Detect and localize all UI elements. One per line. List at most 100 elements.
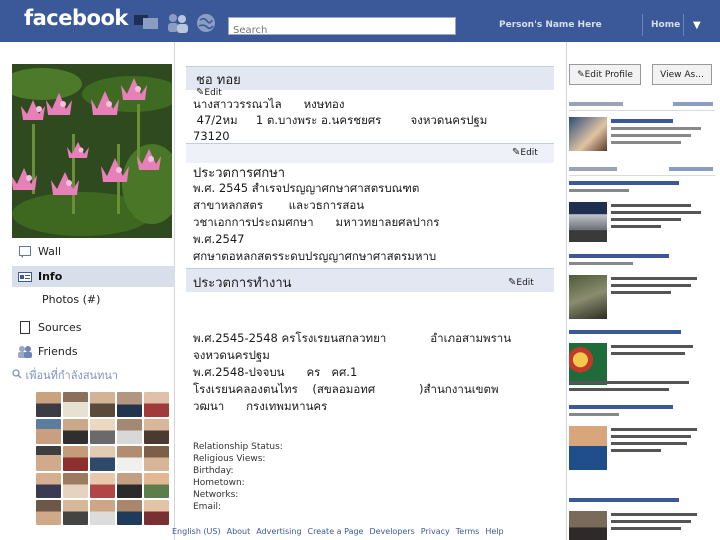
friend-requests-icon[interactable] bbox=[166, 12, 188, 33]
footer-link-about[interactable]: About bbox=[227, 527, 251, 536]
profile-address-line: 47/2หม 1 ต.บางพระ อ.นครชยศร จงหวดนครปฐม bbox=[193, 113, 488, 127]
friend-avatar[interactable] bbox=[36, 419, 61, 444]
facebook-logo[interactable]: facebook bbox=[24, 6, 128, 30]
education-line: ศกษาตอหลกสตรระดบปรญญาศกษาศาสตรมหาบ bbox=[193, 249, 437, 263]
friend-avatar[interactable] bbox=[63, 446, 88, 471]
sidebar-item-photos[interactable]: Photos (#) bbox=[12, 289, 175, 310]
friend-avatar[interactable] bbox=[117, 446, 142, 471]
friend-avatar[interactable] bbox=[90, 473, 115, 498]
view-as-button[interactable]: View As... bbox=[652, 64, 712, 85]
edit-work-link[interactable]: ✎Edit bbox=[508, 277, 534, 288]
ad-text-block bbox=[611, 119, 701, 144]
friend-avatar[interactable] bbox=[90, 419, 115, 444]
pencil-icon: ✎ bbox=[577, 69, 585, 80]
friend-avatar[interactable] bbox=[117, 500, 142, 525]
column-divider bbox=[566, 42, 567, 540]
profile-picture[interactable] bbox=[12, 64, 172, 238]
email-label: Email: bbox=[193, 502, 222, 512]
ad-unit[interactable] bbox=[569, 404, 715, 470]
notifications-globe-icon[interactable] bbox=[195, 12, 217, 32]
account-menu-caret-icon[interactable]: ▼ bbox=[693, 20, 701, 31]
friend-avatar[interactable] bbox=[117, 392, 142, 417]
friend-avatar[interactable] bbox=[63, 500, 88, 525]
friend-avatar[interactable] bbox=[36, 446, 61, 471]
top-bar-divider bbox=[642, 14, 643, 36]
sidebar-item-label: Info bbox=[38, 270, 63, 283]
sidebar-item-label: Wall bbox=[38, 245, 62, 258]
sponsored-header bbox=[569, 99, 715, 111]
friend-avatar[interactable] bbox=[36, 473, 61, 498]
friend-avatar[interactable] bbox=[117, 473, 142, 498]
friend-avatar[interactable] bbox=[90, 392, 115, 417]
education-line: วชาเอกการประถมศกษา มหาวทยาลยศลปากร bbox=[193, 215, 440, 229]
wall-icon bbox=[12, 245, 38, 258]
ad-unit[interactable] bbox=[569, 322, 715, 385]
footer-link-terms[interactable]: Terms bbox=[456, 527, 480, 536]
sidebar-item-label: Photos (#) bbox=[42, 293, 101, 306]
home-link[interactable]: Home bbox=[651, 20, 680, 30]
friends-icon bbox=[12, 345, 38, 358]
footer-language-link[interactable]: English (US) bbox=[172, 527, 221, 536]
education-line: พ.ศ. 2545 สำเรจปรญญาศกษาศาสตรบณฑต bbox=[193, 181, 420, 195]
friend-avatar[interactable] bbox=[36, 392, 61, 417]
friends-photo-grid bbox=[36, 392, 172, 525]
friend-avatar[interactable] bbox=[144, 500, 169, 525]
work-line: พ.ศ.2548-ปจจบน คร คศ.1 bbox=[193, 365, 358, 379]
profile-address-line: นางสาววรรณวไล หงษทอง bbox=[193, 97, 345, 111]
sidebar-item-wall[interactable]: Wall bbox=[12, 241, 175, 262]
education-edit-bar bbox=[186, 143, 554, 163]
edit-education-link[interactable]: ✎Edit bbox=[512, 147, 538, 158]
profile-name-link[interactable]: Person's Name Here bbox=[499, 20, 602, 30]
footer-link-advertising[interactable]: Advertising bbox=[256, 527, 301, 536]
work-title: ประวตการทำงาน bbox=[193, 276, 292, 291]
search-friends-icon bbox=[12, 369, 26, 382]
ad-image bbox=[569, 426, 607, 470]
friend-avatar[interactable] bbox=[144, 392, 169, 417]
page-footer: English (US) About Advertising Create a … bbox=[172, 523, 570, 540]
search-input[interactable] bbox=[229, 22, 455, 39]
ad-text-block bbox=[611, 277, 697, 294]
education-line: พ.ศ.2547 bbox=[193, 232, 245, 246]
friend-avatar[interactable] bbox=[63, 392, 88, 417]
footer-link-create-page[interactable]: Create a Page bbox=[308, 527, 364, 536]
ad-unit[interactable] bbox=[569, 253, 715, 319]
sidebar-item-friends[interactable]: Friends bbox=[12, 341, 175, 362]
birthday-label: Birthday: bbox=[193, 466, 234, 476]
chat-friends-heading: เพื่อนที่กำลังสนทนา bbox=[12, 366, 172, 384]
search-box[interactable] bbox=[228, 17, 456, 39]
ad-unit[interactable] bbox=[569, 378, 715, 404]
friend-avatar[interactable] bbox=[90, 446, 115, 471]
friend-avatar[interactable] bbox=[36, 500, 61, 525]
work-line: พ.ศ.2545-2548 ครโรงเรยนสกลวทยา อำเภอสามพ… bbox=[193, 331, 512, 345]
sidebar-item-label: Friends bbox=[38, 345, 78, 358]
ad-text-block bbox=[611, 513, 697, 530]
sidebar-item-sources[interactable]: Sources bbox=[12, 317, 175, 338]
relationship-status-label: Relationship Status: bbox=[193, 442, 283, 452]
top-bar-divider bbox=[683, 14, 684, 36]
friend-avatar[interactable] bbox=[144, 419, 169, 444]
ad-image bbox=[569, 202, 607, 242]
friend-avatar[interactable] bbox=[63, 473, 88, 498]
work-line: วฒนา กรงเทพมหานคร bbox=[193, 399, 328, 413]
footer-link-help[interactable]: Help bbox=[485, 527, 503, 536]
ad-unit[interactable] bbox=[569, 490, 715, 540]
ad-image bbox=[569, 511, 607, 540]
info-icon bbox=[12, 271, 38, 282]
ad-text-block bbox=[611, 204, 701, 228]
education-line: สาขาหลกสตร และวธการสอน bbox=[193, 198, 365, 212]
work-line: จงหวดนครปฐม bbox=[193, 348, 270, 362]
edit-profile-button[interactable]: ✎ Edit Profile bbox=[569, 64, 641, 85]
basic-info-list: Relationship Status: Religious Views: Bi… bbox=[193, 441, 283, 513]
page-icon bbox=[12, 321, 38, 334]
messages-icon[interactable] bbox=[134, 12, 158, 32]
footer-link-privacy[interactable]: Privacy bbox=[421, 527, 450, 536]
friend-avatar[interactable] bbox=[63, 419, 88, 444]
footer-link-developers[interactable]: Developers bbox=[369, 527, 414, 536]
sidebar-item-info[interactable]: Info bbox=[12, 266, 175, 287]
friend-avatar[interactable] bbox=[144, 473, 169, 498]
friend-avatar[interactable] bbox=[117, 419, 142, 444]
friend-avatar[interactable] bbox=[144, 446, 169, 471]
friend-avatar[interactable] bbox=[90, 500, 115, 525]
ad-unit[interactable] bbox=[569, 180, 715, 242]
ad-unit[interactable] bbox=[569, 115, 715, 151]
